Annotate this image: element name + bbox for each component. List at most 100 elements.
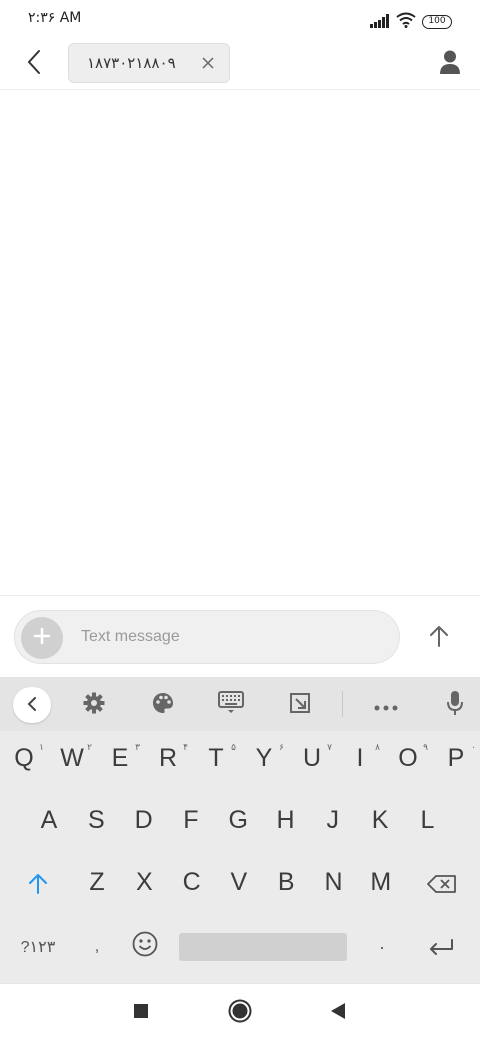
conversation-area [0, 91, 480, 595]
key-label: E [111, 743, 129, 772]
battery-indicator: 100 [422, 15, 452, 29]
spacebar[interactable] [179, 933, 347, 961]
key-label: T [208, 743, 224, 772]
key-label: D [134, 805, 153, 834]
resize-icon [289, 692, 311, 718]
key-label: Z [89, 867, 105, 896]
theme-button[interactable] [145, 687, 181, 723]
status-bar: ۲:۳۶ AM 100 [0, 0, 480, 40]
key-hint: ۰ [471, 743, 476, 753]
key-label: G [228, 805, 248, 834]
navigation-bar [0, 983, 480, 1040]
back-nav-button[interactable] [323, 998, 353, 1028]
keyboard-icon [218, 691, 244, 719]
home-button[interactable] [225, 998, 255, 1028]
key-label: N [324, 867, 343, 896]
enter-key[interactable] [418, 922, 464, 972]
compose-bar [0, 595, 480, 677]
period-key[interactable]: · [362, 922, 402, 972]
key-label: S [87, 805, 105, 834]
key-g[interactable]: G [215, 795, 261, 845]
contact-button[interactable] [434, 48, 466, 80]
key-hint: ۸ [375, 743, 380, 753]
key-hint: ۱ [39, 743, 44, 753]
key-a[interactable]: A [26, 795, 72, 845]
key-hint: ۳ [135, 743, 140, 753]
signal-icon [370, 13, 390, 32]
messaging-screen: ۲:۳۶ AM 100 ۱۸۷۳۰۲۱۸۸۰۹ Text message ?۱۲… [0, 0, 480, 1040]
key-c[interactable]: C [169, 857, 215, 907]
key-f[interactable]: F [168, 795, 214, 845]
key-label: C [182, 867, 201, 896]
key-hint: ۴ [183, 743, 188, 753]
key-label: O [398, 743, 418, 772]
key-e[interactable]: E۳ [96, 733, 144, 783]
voice-input-button[interactable] [437, 687, 473, 723]
recipient-chip[interactable]: ۱۸۷۳۰۲۱۸۸۰۹ [68, 43, 230, 83]
key-o[interactable]: O۹ [384, 733, 432, 783]
backspace-icon [427, 872, 457, 901]
key-q[interactable]: Q۱ [0, 733, 48, 783]
top-bar: ۱۸۷۳۰۲۱۸۸۰۹ [0, 40, 480, 90]
remove-recipient-button[interactable] [197, 52, 219, 74]
key-x[interactable]: X [121, 857, 167, 907]
key-label: J [326, 805, 340, 834]
key-s[interactable]: S [73, 795, 119, 845]
resize-button[interactable] [282, 687, 318, 723]
chevron-left-icon [26, 49, 42, 79]
key-hint: ۷ [327, 743, 332, 753]
arrow-up-icon [429, 625, 449, 651]
gear-icon [82, 691, 106, 719]
key-label: B [277, 867, 295, 896]
key-label: U [302, 743, 322, 772]
collapse-toolbar-button[interactable] [13, 687, 51, 723]
key-y[interactable]: Y۶ [240, 733, 288, 783]
keyboard: ?۱۲۳ , · Q۱W۲E۳R۴T۵Y۶U۷I۸O۹P۰ASDFGHJKLZX… [0, 677, 480, 983]
plus-icon [33, 627, 51, 649]
recents-button[interactable] [126, 998, 156, 1028]
key-d[interactable]: D [121, 795, 167, 845]
key-v[interactable]: V [216, 857, 262, 907]
key-l[interactable]: L [404, 795, 450, 845]
key-label: X [135, 867, 153, 896]
key-w[interactable]: W۲ [48, 733, 96, 783]
emoji-key[interactable] [124, 922, 166, 972]
key-label: Q [14, 743, 34, 772]
key-p[interactable]: P۰ [432, 733, 480, 783]
backspace-key[interactable] [420, 861, 464, 911]
key-label: K [371, 805, 389, 834]
key-label: V [230, 867, 248, 896]
enter-icon [428, 933, 454, 962]
key-t[interactable]: T۵ [192, 733, 240, 783]
settings-button[interactable] [76, 687, 112, 723]
shift-key[interactable] [16, 861, 60, 911]
key-n[interactable]: N [311, 857, 357, 907]
back-button[interactable] [18, 48, 50, 80]
circle-icon [228, 999, 252, 1027]
key-i[interactable]: I۸ [336, 733, 384, 783]
square-icon [133, 1003, 149, 1023]
key-b[interactable]: B [263, 857, 309, 907]
wifi-icon [396, 12, 416, 32]
add-attachment-button[interactable] [21, 617, 63, 659]
key-label: W [60, 743, 84, 772]
keyboard-mode-button[interactable] [213, 687, 249, 723]
key-j[interactable]: J [310, 795, 356, 845]
key-r[interactable]: R۴ [144, 733, 192, 783]
key-hint: ۶ [279, 743, 284, 753]
palette-icon [151, 691, 175, 719]
comma-key[interactable]: , [76, 922, 118, 972]
key-k[interactable]: K [357, 795, 403, 845]
status-icons: 100 [370, 12, 452, 32]
key-h[interactable]: H [263, 795, 309, 845]
send-button[interactable] [418, 618, 460, 658]
shift-arrow-icon [28, 872, 48, 901]
symbols-key[interactable]: ?۱۲۳ [10, 922, 66, 972]
more-options-button[interactable] [368, 687, 404, 723]
close-icon [202, 54, 214, 73]
key-m[interactable]: M [358, 857, 404, 907]
message-input[interactable] [81, 623, 381, 651]
more-icon [374, 696, 398, 715]
key-u[interactable]: U۷ [288, 733, 336, 783]
key-z[interactable]: Z [74, 857, 120, 907]
